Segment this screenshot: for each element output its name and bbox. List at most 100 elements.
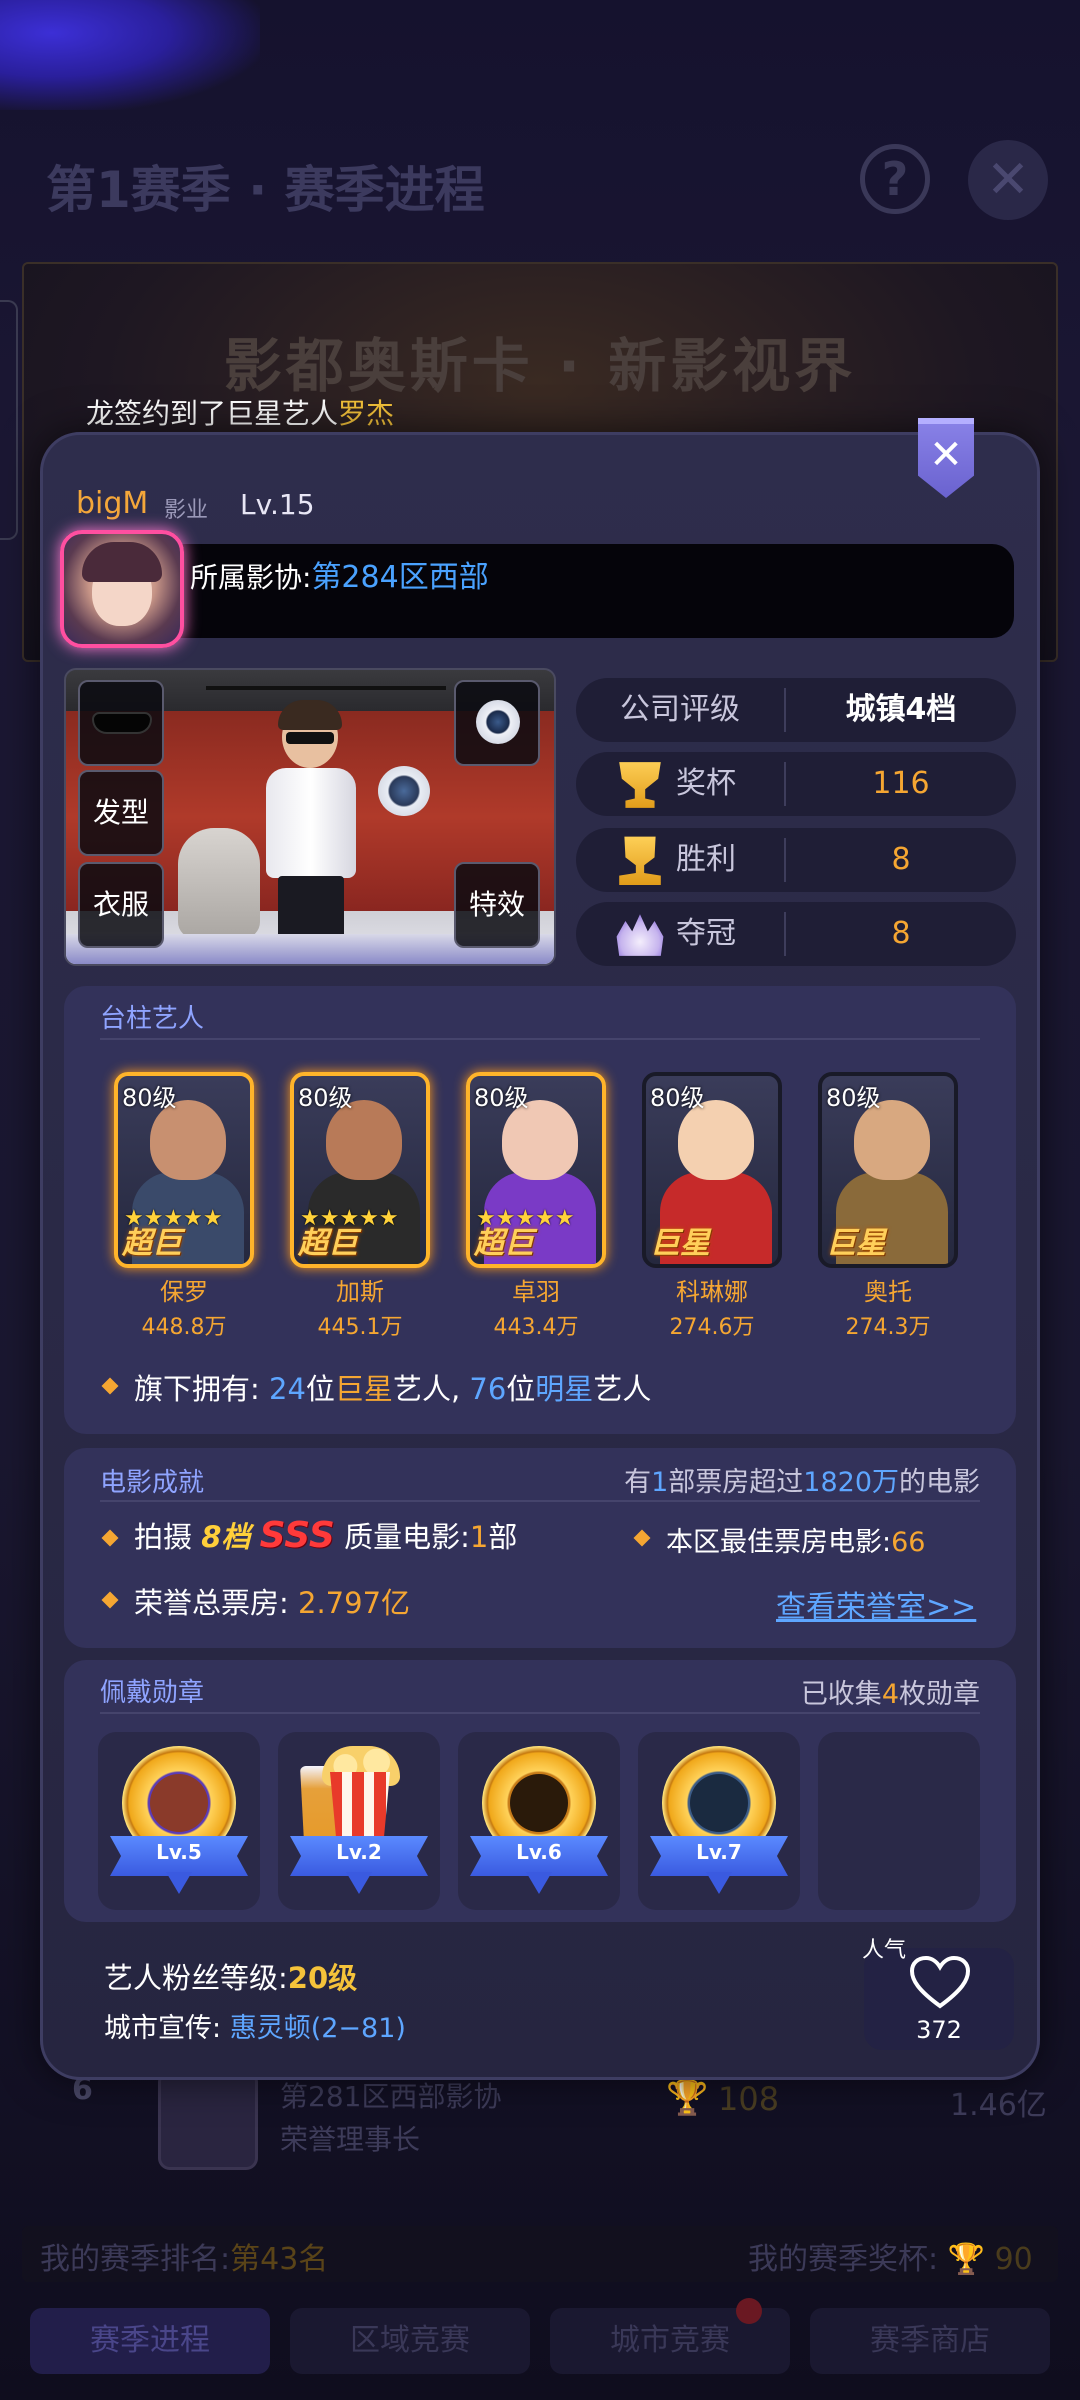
rating-value: 城镇4档 [845,692,957,727]
clothes-slot[interactable]: 衣服 [78,862,164,948]
medal-level: Lv.7 [696,1840,742,1864]
medal-slot-4[interactable]: Lv.7 [638,1732,800,1910]
medal-portrait [690,1774,748,1832]
artist-name: 保罗 [160,1278,208,1306]
medal-slot-3[interactable]: Lv.6 [458,1732,620,1910]
film-boxoffice-summary: 有1部票房超过1820万的电影 [624,1467,980,1498]
artist-level: 80级 [826,1084,881,1112]
panel-divider [100,1712,980,1714]
medal-portrait [150,1774,208,1832]
popularity-label: 人气 [862,1938,907,1963]
medal-count: 已收集4枚勋章 [800,1679,980,1710]
medal-portrait [510,1774,568,1832]
artist-rank-badge: 巨星 [650,1226,710,1261]
ranking-row-boxoffice: 1.46亿 [950,2088,1047,2123]
medal-level: Lv.2 [336,1840,382,1864]
guild-info: 所属影协:第284区西部 [190,560,489,595]
trophy-value: 116 [872,766,930,801]
pet-slot-robot-icon[interactable] [454,680,540,766]
artist-rank-badge: 超巨 [474,1226,534,1261]
accessory-slot-glasses-icon[interactable] [78,680,164,766]
panel-title: 电影成就 [100,1468,205,1498]
my-season-reward: 我的赛季奖杯: 🏆 90 [748,2242,1033,2277]
ceiling-lights [206,686,446,692]
artist-fans: 274.3万 [845,1315,931,1340]
my-season-rank: 我的赛季排名:第43名 [40,2242,329,2277]
artist-name: 科琳娜 [676,1278,748,1306]
artist-level: 80级 [650,1084,705,1112]
honor-hall-link[interactable]: 查看荣誉室>> [776,1582,976,1626]
win-value: 8 [891,842,911,877]
chair [178,828,260,938]
hair-slot[interactable]: 发型 [78,770,164,856]
player-name: bigM [76,486,149,521]
avatar[interactable] [60,530,184,648]
company-rating-row: 公司评级 城镇4档 [576,678,1016,742]
panel-title: 佩戴勋章 [100,1678,205,1708]
trophy-label: 奖杯 [676,766,736,801]
artist-level: 80级 [122,1084,177,1112]
champion-row: 夺冠 8 [576,902,1016,966]
best-film-line: 本区最佳票房电影:66 [666,1527,926,1558]
city-promotion: 城市宣传: 惠灵顿(2−81) [104,2013,406,2044]
medal-slot-1[interactable]: Lv.5 [98,1732,260,1910]
artist-list: 80级 ★★★★★ 超巨 保罗 448.8万 80级 ★★★★★ 超巨 加斯 4… [114,1072,974,1340]
broadcast-message: 龙签约到了巨星艺人罗杰 [86,397,395,430]
medal-level: Lv.6 [516,1840,562,1864]
player-level: Lv.15 [240,488,315,521]
artist-name: 卓羽 [512,1278,560,1306]
honor-boxoffice-line: 荣誉总票房: 2.797亿 [134,1586,411,1620]
tab-city-contest[interactable]: 城市竞赛 [550,2298,790,2374]
popularity-value: 372 [916,2016,962,2044]
artist-summary: 旗下拥有: 24位巨星艺人, 76位明星艺人 [134,1372,652,1406]
artist-portrait: 80级 巨星 [818,1072,958,1268]
tab-season-progress[interactable]: 赛季进程 [30,2308,270,2374]
tab-region-contest[interactable]: 区域竞赛 [290,2308,530,2374]
artist-portrait: 80级 ★★★★★ 超巨 [114,1072,254,1268]
artist-card-1[interactable]: 80级 ★★★★★ 超巨 加斯 445.1万 [290,1072,430,1341]
ranking-row-avatar [158,2070,258,2170]
help-icon[interactable]: ? [860,144,930,214]
tab-season-shop[interactable]: 赛季商店 [810,2308,1050,2374]
robot-pet [378,766,430,816]
quality-film-line: 拍摄 8档 SSS 质量电影:1部 [134,1515,518,1556]
trophy-row: 奖杯 116 [576,752,1016,816]
medal-ribbon-tip [166,1872,192,1894]
artist-name: 奥托 [864,1278,912,1306]
notification-dot [736,2298,762,2324]
artist-fans: 445.1万 [317,1315,403,1340]
artist-portrait: 80级 巨星 [642,1072,782,1268]
artist-rank-badge: 超巨 [298,1226,358,1261]
medal-ribbon-tip [346,1872,372,1894]
artist-fans: 448.8万 [141,1315,227,1340]
trophy-icon: 🏆 [947,2242,986,2277]
rating-label: 公司评级 [620,692,740,727]
artist-card-4[interactable]: 80级 巨星 奥托 274.3万 [818,1072,958,1341]
artist-card-2[interactable]: 80级 ★★★★★ 超巨 卓羽 443.4万 [466,1072,606,1341]
medal-ribbon-tip [706,1872,732,1894]
artist-level: 80级 [298,1084,353,1112]
tier-badge: 8档 [201,1520,251,1554]
guild-link[interactable]: 第284区西部 [311,560,488,595]
medal-ribbon-tip [526,1872,552,1894]
medal-slot-empty[interactable] [818,1732,980,1910]
character-hair [278,700,342,730]
artist-rank-badge: 巨星 [826,1226,886,1261]
character-glasses [286,732,334,744]
artist-portrait: 80级 ★★★★★ 超巨 [466,1072,606,1268]
background-close-icon[interactable]: ✕ [968,140,1048,220]
medal-slot-2[interactable]: Lv.2 [278,1732,440,1910]
panel-title: 台柱艺人 [100,1004,205,1034]
champion-label: 夺冠 [676,916,736,951]
company-tag: 影业 [164,498,209,523]
effect-slot[interactable]: 特效 [454,862,540,948]
fan-level: 艺人粉丝等级:20级 [104,1961,358,1995]
artist-portrait: 80级 ★★★★★ 超巨 [290,1072,430,1268]
banner-title: 影都奥斯卡 · 新影视界 [223,332,857,400]
artist-level: 80级 [474,1084,529,1112]
ranking-row-trophies: 108 [718,2080,780,2118]
artist-card-3[interactable]: 80级 巨星 科琳娜 274.6万 [642,1072,782,1341]
artist-card-0[interactable]: 80级 ★★★★★ 超巨 保罗 448.8万 [114,1072,254,1341]
win-label: 胜利 [676,842,736,877]
heart-icon[interactable] [908,1954,972,2010]
